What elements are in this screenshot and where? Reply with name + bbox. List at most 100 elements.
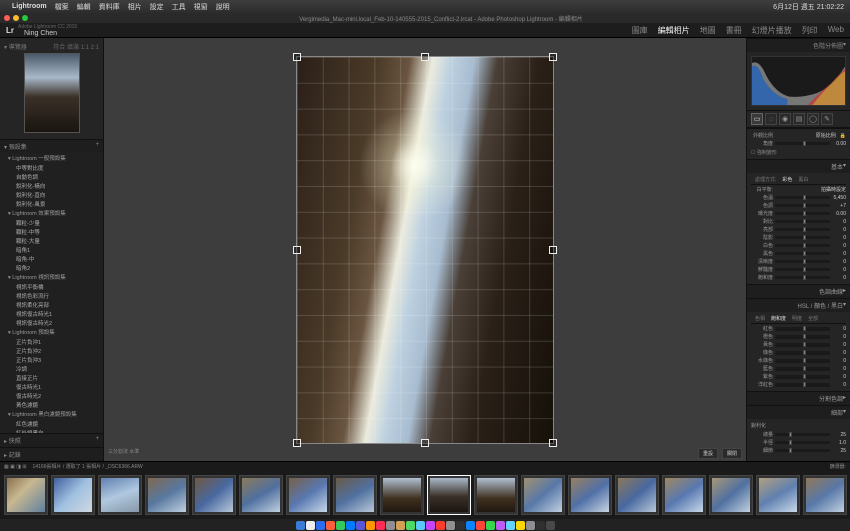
module-web[interactable]: Web: [828, 25, 844, 36]
preset-item[interactable]: 暗角1: [0, 245, 103, 254]
split-header[interactable]: 分割色調 ▸: [747, 392, 850, 405]
preset-item[interactable]: 顆粒-少量: [0, 218, 103, 227]
preset-item[interactable]: 顆粒-大量: [0, 236, 103, 245]
hsl-slider[interactable]: [775, 327, 830, 331]
preset-group[interactable]: ▾ Lightroom 效果預設集: [0, 208, 103, 218]
presets-header[interactable]: ▾ 預設集+: [0, 139, 103, 153]
dock-app-icon[interactable]: [416, 521, 425, 530]
traffic-lights[interactable]: [4, 15, 28, 21]
preset-item[interactable]: 暗角-中: [0, 254, 103, 263]
crop-handle-mr[interactable]: [549, 246, 557, 254]
preset-item[interactable]: 銳利化-橫向: [0, 181, 103, 190]
module-map[interactable]: 地圖: [700, 25, 716, 36]
menu-window[interactable]: 視窗: [194, 2, 208, 12]
histogram[interactable]: [751, 56, 846, 106]
crop-handle-br[interactable]: [549, 439, 557, 447]
module-library[interactable]: 圖庫: [632, 25, 648, 36]
dock-app-icon[interactable]: [486, 521, 495, 530]
dock-app-icon[interactable]: [436, 521, 445, 530]
menu-help[interactable]: 說明: [216, 2, 230, 12]
preset-item[interactable]: 視訊色彩流行: [0, 291, 103, 300]
crop-handle-tr[interactable]: [549, 53, 557, 61]
crop-tool-icon[interactable]: ▭: [751, 113, 763, 125]
basic-header[interactable]: 基本 ▾: [747, 160, 850, 173]
hsl-slider[interactable]: [775, 359, 830, 363]
preset-item[interactable]: 正片負沖2: [0, 346, 103, 355]
redeye-tool-icon[interactable]: ◉: [779, 113, 791, 125]
filmstrip-thumb[interactable]: [333, 475, 377, 515]
slider-track[interactable]: [775, 276, 830, 279]
gradient-tool-icon[interactable]: ▤: [793, 113, 805, 125]
dock-app-icon[interactable]: [326, 521, 335, 530]
filmstrip-thumb[interactable]: [521, 475, 565, 515]
radial-tool-icon[interactable]: ◯: [807, 113, 819, 125]
minimize-icon[interactable]: [13, 15, 19, 21]
hsl-tab-lum[interactable]: 明度: [792, 315, 802, 322]
angle-slider[interactable]: [775, 142, 830, 145]
treatment-color[interactable]: 彩色: [782, 176, 792, 183]
brush-tool-icon[interactable]: ✎: [821, 113, 833, 125]
module-print[interactable]: 列印: [802, 25, 818, 36]
dock-app-icon[interactable]: [466, 521, 475, 530]
history-header[interactable]: ▸ 記錄: [0, 447, 103, 461]
hsl-slider[interactable]: [775, 375, 830, 379]
dock-app-icon[interactable]: [396, 521, 405, 530]
dock-app-icon[interactable]: [546, 521, 555, 530]
aspect-value[interactable]: 原始比例: [775, 132, 836, 139]
preset-group[interactable]: ▾ Lightroom 視訊預設集: [0, 272, 103, 282]
dock-app-icon[interactable]: [446, 521, 455, 530]
filmstrip-thumb[interactable]: [568, 475, 612, 515]
hsl-header[interactable]: HSL / 顏色 / 黑白 ▾: [747, 299, 850, 312]
mac-dock[interactable]: [0, 519, 850, 531]
hsl-slider[interactable]: [775, 351, 830, 355]
module-slideshow[interactable]: 幻燈片播放: [752, 25, 792, 36]
filmstrip-thumb[interactable]: [239, 475, 283, 515]
histogram-header[interactable]: 色階分佈圖 ▾: [747, 38, 850, 52]
menu-file[interactable]: 檔案: [55, 2, 69, 12]
slider-track[interactable]: [775, 196, 830, 199]
hsl-slider[interactable]: [775, 335, 830, 339]
preset-item[interactable]: 復古時光1: [0, 382, 103, 391]
dock-app-icon[interactable]: [306, 521, 315, 530]
menu-settings[interactable]: 設定: [150, 2, 164, 12]
preset-item[interactable]: 中等對比度: [0, 163, 103, 172]
menu-edit[interactable]: 編輯: [77, 2, 91, 12]
dock-app-icon[interactable]: [526, 521, 535, 530]
preset-item[interactable]: 視訊復古時光2: [0, 318, 103, 327]
module-develop[interactable]: 編輯相片: [658, 25, 690, 36]
filmstrip-thumb[interactable]: [380, 475, 424, 515]
preset-item[interactable]: 正片負沖3: [0, 355, 103, 364]
preset-item[interactable]: 冷調: [0, 364, 103, 373]
close-crop-button[interactable]: 關閉: [722, 448, 742, 459]
preset-item[interactable]: 自動色調: [0, 172, 103, 181]
preset-item[interactable]: 直接正片: [0, 373, 103, 382]
filter-label[interactable]: 篩選器:: [830, 463, 846, 470]
hsl-tab-sat[interactable]: 飽和度: [771, 315, 786, 322]
spot-tool-icon[interactable]: ◌: [765, 113, 777, 125]
dock-app-icon[interactable]: [346, 521, 355, 530]
filmstrip-thumb[interactable]: [803, 475, 847, 515]
reset-button[interactable]: 重設: [698, 448, 718, 459]
dock-app-icon[interactable]: [366, 521, 375, 530]
app-menu[interactable]: Lightroom: [12, 3, 47, 10]
wb-value[interactable]: 拍攝時設定: [775, 186, 846, 193]
dock-app-icon[interactable]: [336, 521, 345, 530]
preset-item[interactable]: 視訊復古時光1: [0, 309, 103, 318]
hsl-tab-hue[interactable]: 色相: [755, 315, 765, 322]
preset-group[interactable]: ▾ Lightroom 黑白濾鏡預設集: [0, 409, 103, 419]
dock-app-icon[interactable]: [406, 521, 415, 530]
preset-item[interactable]: 顆粒-中等: [0, 227, 103, 236]
preset-group[interactable]: ▾ Lightroom 預設集: [0, 327, 103, 337]
filmstrip-thumb[interactable]: [615, 475, 659, 515]
dock-app-icon[interactable]: [506, 521, 515, 530]
dock-app-icon[interactable]: [476, 521, 485, 530]
dock-app-icon[interactable]: [386, 521, 395, 530]
zoom-icon[interactable]: [22, 15, 28, 21]
module-book[interactable]: 書冊: [726, 25, 742, 36]
filmstrip-thumb[interactable]: [756, 475, 800, 515]
constrain-checkbox[interactable]: ☐ 強制變形: [751, 148, 846, 157]
slider-track[interactable]: [775, 212, 830, 215]
slider-track[interactable]: [775, 260, 830, 263]
preset-group[interactable]: ▾ Lightroom 一般預設集: [0, 153, 103, 163]
close-icon[interactable]: [4, 15, 10, 21]
